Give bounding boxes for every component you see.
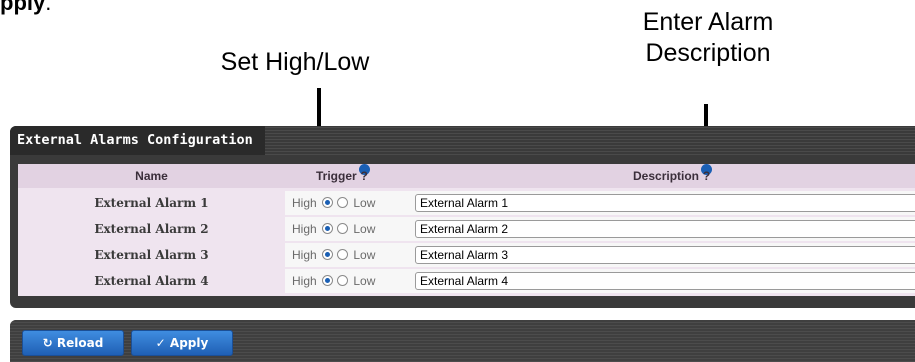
callout-line-2: Description xyxy=(645,39,771,67)
reload-label: Reload xyxy=(56,336,104,350)
low-label: Low xyxy=(353,196,376,210)
high-label: High xyxy=(292,274,317,288)
low-radio[interactable] xyxy=(337,249,349,260)
high-label: High xyxy=(292,196,317,210)
header-trigger: Trigger? xyxy=(316,164,370,188)
description-cell xyxy=(410,191,915,215)
description-input[interactable] xyxy=(415,220,915,238)
table-row: External Alarm 2 High Low xyxy=(18,217,915,241)
description-cell xyxy=(410,269,915,293)
alarm-name: External Alarm 2 xyxy=(94,222,209,236)
low-label: Low xyxy=(353,274,376,288)
intro-tail: . xyxy=(45,0,52,15)
callout-set-high-low: Set High/Low xyxy=(220,48,370,76)
callout-enter-description: Enter Alarm Description xyxy=(598,7,818,69)
trigger-cell: High Low xyxy=(285,191,410,215)
apply-label: Apply xyxy=(169,336,209,350)
alarm-name: External Alarm 1 xyxy=(94,196,209,210)
low-radio[interactable] xyxy=(337,275,349,286)
callout-line-1: Enter Alarm xyxy=(642,8,774,36)
low-radio[interactable] xyxy=(337,223,349,234)
high-label: High xyxy=(292,248,317,262)
table-row: External Alarm 1 High Low xyxy=(18,191,915,215)
low-label: Low xyxy=(353,222,376,236)
high-label: High xyxy=(292,222,317,236)
high-radio[interactable] xyxy=(322,197,334,208)
alarms-config-panel: External Alarms Configuration Name Trigg… xyxy=(10,126,915,308)
alarm-name: External Alarm 3 xyxy=(94,248,209,262)
high-radio[interactable] xyxy=(322,275,334,286)
low-radio[interactable] xyxy=(337,197,349,208)
table-row: External Alarm 4 High Low xyxy=(18,269,915,293)
table-row: External Alarm 3 High Low xyxy=(18,243,915,267)
reload-button[interactable]: ↻ Reload xyxy=(22,330,124,356)
description-input[interactable] xyxy=(415,246,915,264)
reload-icon: ↻ xyxy=(42,336,53,350)
apply-button[interactable]: ✓ Apply xyxy=(131,330,233,356)
high-radio[interactable] xyxy=(322,249,334,260)
panel-title: External Alarms Configuration xyxy=(10,126,265,155)
intro-text: pply. xyxy=(0,0,51,16)
low-label: Low xyxy=(353,248,376,262)
trigger-cell: High Low xyxy=(285,217,410,241)
header-description-label: Description xyxy=(633,169,700,183)
description-cell xyxy=(410,243,915,267)
description-cell xyxy=(410,217,915,241)
panel-title-bar xyxy=(265,126,915,155)
high-radio[interactable] xyxy=(322,223,334,234)
help-icon[interactable]: ? xyxy=(701,164,713,183)
header-trigger-label: Trigger xyxy=(316,169,357,183)
header-description: Description? xyxy=(633,164,713,188)
help-icon[interactable]: ? xyxy=(358,164,370,183)
trigger-cell: High Low xyxy=(285,243,410,267)
alarms-table: Name Trigger? Description? External Alar… xyxy=(18,164,915,296)
trigger-cell: High Low xyxy=(285,269,410,293)
alarm-name: External Alarm 4 xyxy=(94,274,209,288)
checkmark-icon: ✓ xyxy=(155,336,166,350)
intro-bold: pply xyxy=(0,0,46,15)
description-input[interactable] xyxy=(415,272,915,290)
header-name: Name xyxy=(135,169,168,183)
button-bar: ↻ Reload ✓ Apply xyxy=(10,320,915,362)
description-input[interactable] xyxy=(415,194,915,212)
table-header: Name Trigger? Description? xyxy=(18,164,915,188)
